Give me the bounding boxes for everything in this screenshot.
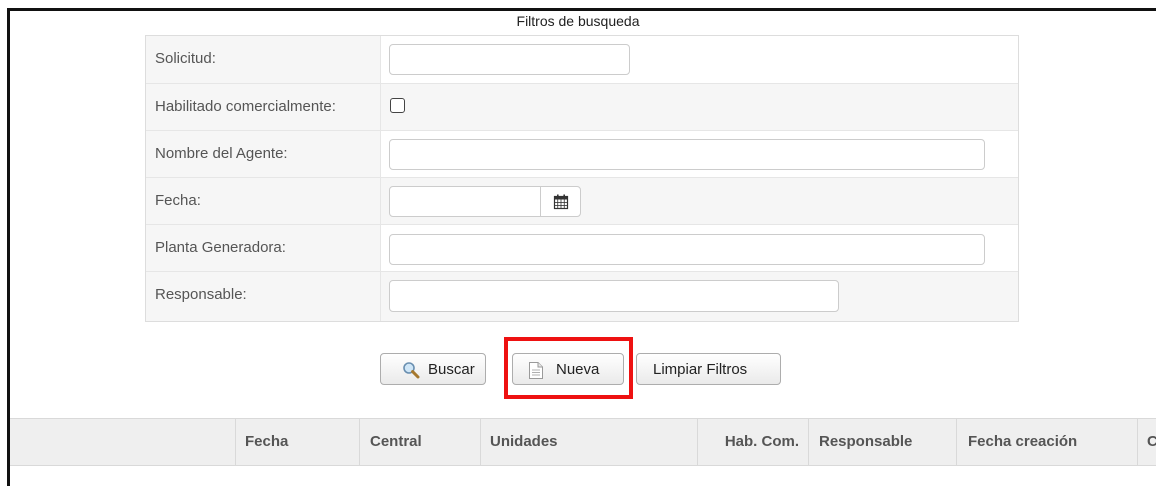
habilitado-checkbox[interactable] [390, 98, 405, 113]
label-cell: Planta Generadora: [146, 225, 381, 271]
filter-row-habilitado: Habilitado comercialmente: [146, 83, 1018, 130]
buscar-label: Buscar [428, 361, 475, 378]
label-cell: Nombre del Agente: [146, 131, 381, 177]
column-header-fecha[interactable]: Fecha [235, 419, 359, 465]
column-header-fecha-creacion[interactable]: Fecha creación [956, 419, 1137, 465]
column-header-responsable[interactable]: Responsable [808, 419, 956, 465]
responsable-label: Responsable: [155, 286, 247, 303]
buscar-button[interactable]: Buscar [380, 353, 486, 385]
column-header-central[interactable]: Central [359, 419, 480, 465]
frame-top-border [7, 8, 1156, 11]
label-cell: Responsable: [146, 272, 381, 321]
fecha-date-group [389, 186, 581, 218]
magnifier-icon [403, 362, 420, 379]
filter-row-agente: Nombre del Agente: [146, 130, 1018, 177]
filter-row-responsable: Responsable: [146, 271, 1018, 321]
fecha-calendar-button[interactable] [540, 186, 581, 217]
agente-input[interactable] [389, 139, 985, 170]
filter-row-solicitud: Solicitud: [146, 36, 1018, 83]
highlight-box [504, 337, 633, 399]
frame-left-border [7, 8, 10, 486]
label-cell: Habilitado comercialmente: [146, 84, 381, 130]
filter-row-planta: Planta Generadora: [146, 224, 1018, 271]
planta-label: Planta Generadora: [155, 239, 286, 256]
label-cell: Fecha: [146, 178, 381, 224]
column-header-unidades[interactable]: Unidades [480, 419, 697, 465]
fecha-input[interactable] [389, 186, 541, 217]
fecha-label: Fecha: [155, 192, 201, 209]
calendar-icon [553, 194, 569, 210]
solicitud-label: Solicitud: [155, 50, 216, 67]
results-table-header: Fecha Central Unidades Hab. Com. Respons… [10, 418, 1156, 466]
column-header-truncated[interactable]: C [1137, 419, 1156, 465]
column-header-hab-com[interactable]: Hab. Com. [697, 419, 808, 465]
filters-panel: Solicitud: Habilitado comercialmente: No… [145, 35, 1019, 322]
filters-title: Filtros de busqueda [516, 13, 640, 29]
habilitado-label: Habilitado comercialmente: [155, 98, 336, 115]
planta-input[interactable] [389, 234, 985, 265]
limpiar-filtros-button[interactable]: Limpiar Filtros [636, 353, 781, 385]
solicitud-input[interactable] [389, 44, 630, 75]
label-cell: Solicitud: [146, 36, 381, 83]
limpiar-filtros-label: Limpiar Filtros [653, 361, 748, 378]
responsable-input[interactable] [389, 280, 839, 312]
agente-label: Nombre del Agente: [155, 145, 288, 162]
filter-row-fecha: Fecha: [146, 177, 1018, 224]
column-header-blank [10, 419, 235, 465]
